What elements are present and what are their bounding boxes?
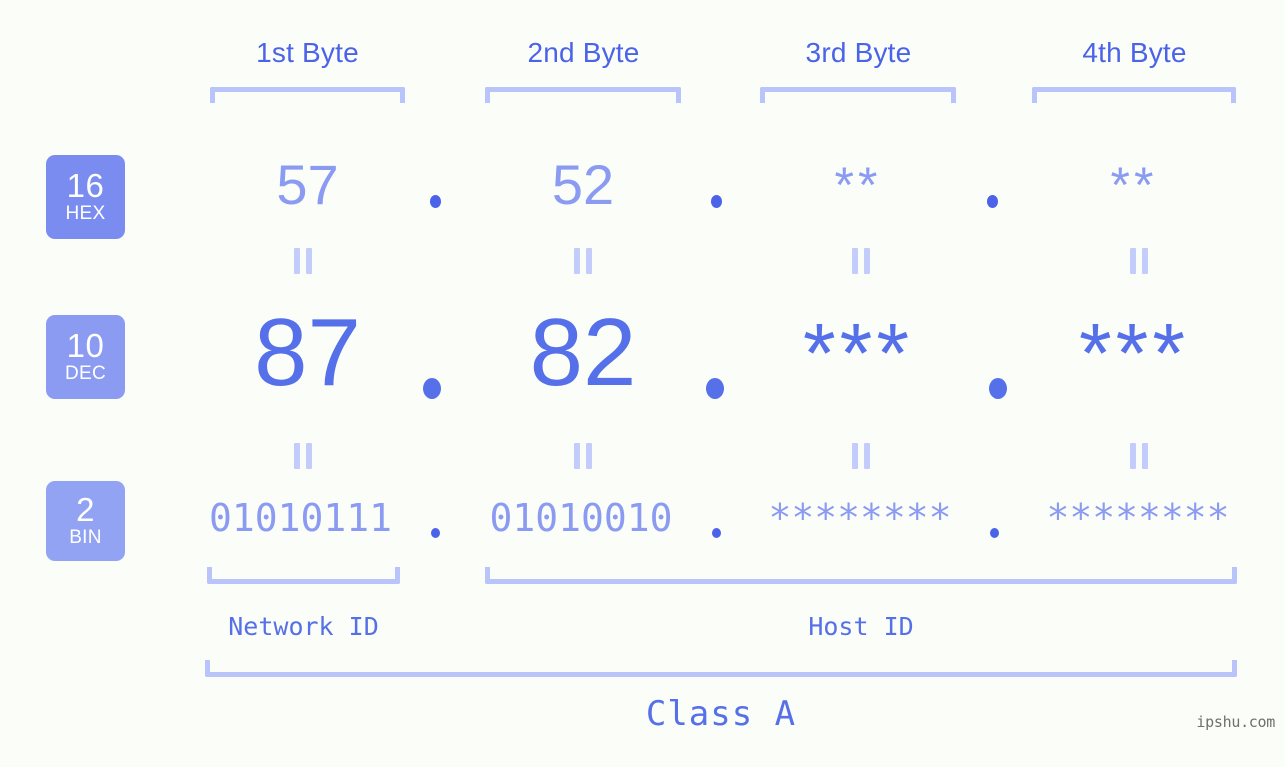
equals-mark-hex-dec-1 bbox=[292, 248, 314, 274]
radix-badge-hex-number: 16 bbox=[66, 167, 105, 204]
network-id-label: Network ID bbox=[228, 612, 379, 641]
dec-separator-dot-3 bbox=[989, 378, 1007, 399]
hex-separator-dot-1 bbox=[430, 195, 441, 208]
hex-separator-dot-2 bbox=[711, 195, 722, 208]
equals-mark-dec-bin-1 bbox=[292, 443, 314, 469]
dec-byte-2: 82 bbox=[529, 299, 637, 406]
host-id-label: Host ID bbox=[808, 612, 914, 641]
bin-separator-dot-3 bbox=[990, 528, 999, 538]
byte-bracket-2 bbox=[485, 87, 681, 103]
radix-badge-dec-word: DEC bbox=[64, 363, 106, 384]
hex-byte-2: 52 bbox=[551, 153, 615, 216]
dec-separator-dot-1 bbox=[423, 378, 441, 399]
byte-header-1: 1st Byte bbox=[256, 37, 359, 68]
bin-separator-dot-2 bbox=[712, 528, 721, 538]
bin-byte-4: ******** bbox=[1046, 496, 1230, 540]
byte-bracket-3 bbox=[760, 87, 956, 103]
bin-byte-3: ******** bbox=[768, 496, 952, 540]
dec-byte-1: 87 bbox=[254, 299, 361, 406]
equals-mark-dec-bin-2 bbox=[572, 443, 594, 469]
site-watermark: ipshu.com bbox=[1196, 713, 1275, 731]
radix-badge-hex-word: HEX bbox=[65, 203, 106, 224]
class-bracket bbox=[205, 660, 1237, 677]
radix-badge-hex: 16 HEX bbox=[46, 155, 125, 239]
radix-badge-bin-word: BIN bbox=[69, 527, 102, 548]
class-label: Class A bbox=[645, 694, 797, 734]
hex-byte-1: 57 bbox=[276, 153, 339, 216]
byte-header-2: 2nd Byte bbox=[527, 37, 640, 68]
dec-separator-dot-2 bbox=[706, 378, 724, 399]
radix-badge-bin-number: 2 bbox=[76, 491, 95, 528]
byte-bracket-4 bbox=[1032, 87, 1236, 103]
byte-header-3: 3rd Byte bbox=[805, 37, 912, 68]
equals-mark-hex-dec-2 bbox=[572, 248, 594, 274]
byte-header-4: 4th Byte bbox=[1082, 37, 1187, 68]
equals-mark-dec-bin-4 bbox=[1128, 443, 1150, 469]
dec-byte-4: *** bbox=[1078, 306, 1190, 400]
network-id-bracket bbox=[207, 567, 400, 584]
radix-badge-dec-number: 10 bbox=[66, 327, 105, 364]
radix-badge-dec: 10 DEC bbox=[46, 315, 125, 399]
equals-mark-hex-dec-4 bbox=[1128, 248, 1150, 274]
bin-separator-dot-1 bbox=[431, 528, 440, 538]
hex-separator-dot-3 bbox=[987, 195, 998, 208]
radix-badge-bin: 2 BIN bbox=[46, 481, 125, 561]
byte-bracket-1 bbox=[210, 87, 405, 103]
hex-byte-3: ** bbox=[834, 157, 882, 213]
hex-byte-4: ** bbox=[1110, 157, 1158, 213]
host-id-bracket bbox=[485, 567, 1237, 584]
bin-byte-2: 01010010 bbox=[489, 496, 673, 540]
dec-byte-3: *** bbox=[802, 306, 914, 400]
ip-breakdown-diagram: 1st Byte 2nd Byte 3rd Byte 4th Byte 16 H… bbox=[0, 0, 1285, 767]
equals-mark-hex-dec-3 bbox=[850, 248, 872, 274]
equals-mark-dec-bin-3 bbox=[850, 443, 872, 469]
bin-byte-1: 01010111 bbox=[208, 496, 393, 540]
